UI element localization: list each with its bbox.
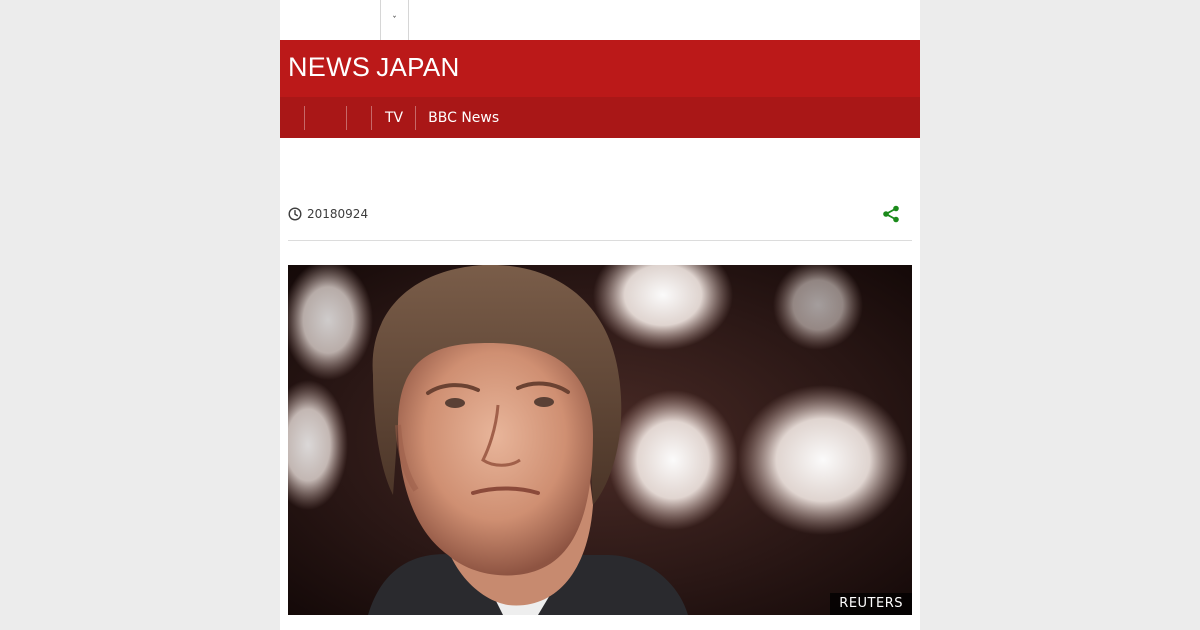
nav-item-empty[interactable] (305, 97, 346, 138)
hero-photo (288, 265, 908, 615)
article-date-text: 20180924 (307, 207, 369, 221)
article-meta: 20180924 (288, 205, 912, 223)
meta-divider (288, 240, 912, 241)
top-bar-divider (408, 0, 409, 40)
nav-item-bbc-news[interactable]: BBC News (416, 97, 511, 138)
nav-item-empty[interactable] (347, 97, 371, 138)
nav-item-tv[interactable]: TV (372, 97, 415, 138)
article-page: ˇ NEWS JAPAN TV BBC News 20180924 REUTER… (280, 0, 920, 630)
top-bar: ˇ (280, 0, 920, 40)
news-japan-logo[interactable]: NEWS JAPAN (288, 54, 460, 81)
logo-primary-text: NEWS (288, 52, 371, 82)
section-nav: TV BBC News (280, 97, 920, 138)
image-credit: REUTERS (830, 593, 912, 615)
article-date: 20180924 (288, 207, 368, 221)
logo-secondary-text: JAPAN (376, 52, 460, 82)
hero-image: REUTERS (288, 265, 912, 615)
clock-icon (288, 207, 302, 221)
masthead: NEWS JAPAN (280, 40, 920, 97)
menu-toggle-button[interactable]: ˇ (381, 0, 408, 40)
share-icon[interactable] (882, 205, 900, 223)
